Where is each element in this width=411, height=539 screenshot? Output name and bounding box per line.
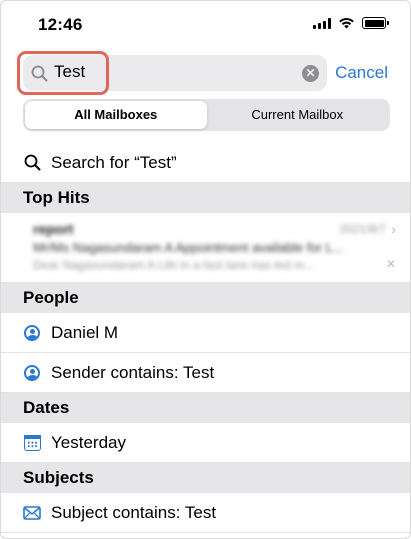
- people-item-sender-contains[interactable]: Sender contains: Test: [1, 353, 410, 393]
- section-title: Dates: [23, 398, 70, 417]
- battery-icon: [362, 17, 389, 29]
- message-subject: Mr/Ms Nagasundaram A Appointment availab…: [33, 240, 344, 255]
- status-time: 12:46: [38, 15, 83, 34]
- people-item-label: Sender contains: Test: [51, 362, 215, 382]
- person-icon: [24, 324, 40, 341]
- segment-current-mailbox[interactable]: Current Mailbox: [207, 101, 389, 129]
- message-sender: report: [33, 221, 74, 237]
- section-top-hits: Top Hits: [1, 183, 410, 213]
- close-icon: ✕: [385, 257, 396, 271]
- cancel-button[interactable]: Cancel: [335, 63, 388, 83]
- search-suggestion-row[interactable]: Search for “Test”: [1, 143, 410, 183]
- search-icon: [23, 154, 41, 172]
- mailbox-scope-control: All Mailboxes Current Mailbox: [23, 99, 390, 131]
- message-preview: Dear Nagasundaram A Life in a fast lane …: [33, 258, 314, 272]
- envelope-icon: [23, 504, 41, 522]
- section-title: Top Hits: [23, 188, 90, 207]
- search-suggestion-label: Search for “Test”: [51, 152, 177, 172]
- section-title: People: [23, 288, 79, 307]
- section-subjects: Subjects: [1, 463, 410, 493]
- wifi-icon: [339, 17, 354, 29]
- section-dates: Dates: [1, 393, 410, 423]
- dates-item-yesterday[interactable]: Yesterday: [1, 423, 410, 463]
- calendar-icon: [23, 434, 41, 451]
- subjects-item-subject-contains[interactable]: Subject contains: Test: [1, 493, 410, 533]
- top-hit-message[interactable]: report 2021/8/7 › Mr/Ms Nagasundaram A A…: [1, 213, 410, 283]
- people-item-daniel-m[interactable]: Daniel M: [1, 313, 410, 353]
- clear-search-icon[interactable]: ✕: [302, 65, 319, 82]
- section-title: Subjects: [23, 468, 94, 487]
- person-icon: [24, 364, 40, 381]
- dates-item-label: Yesterday: [51, 432, 126, 452]
- search-row: Test ✕ Cancel: [1, 51, 410, 95]
- segment-all-mailboxes[interactable]: All Mailboxes: [25, 101, 207, 129]
- cellular-signal-icon: [313, 17, 331, 29]
- status-bar: 12:46: [1, 1, 410, 47]
- section-people: People: [1, 283, 410, 313]
- mail-search-screen: 12:46 Test ✕ Cancel All Mailboxes Curren…: [0, 0, 411, 539]
- subjects-item-label: Subject contains: Test: [51, 502, 217, 522]
- chevron-right-icon: ›: [391, 221, 396, 237]
- message-date: 2021/8/7: [339, 222, 386, 236]
- people-item-label: Daniel M: [51, 322, 119, 342]
- search-highlight-annotation: [17, 51, 109, 95]
- status-icons: [313, 17, 389, 29]
- search-results-list: Search for “Test” Top Hits report 2021/8…: [1, 143, 410, 533]
